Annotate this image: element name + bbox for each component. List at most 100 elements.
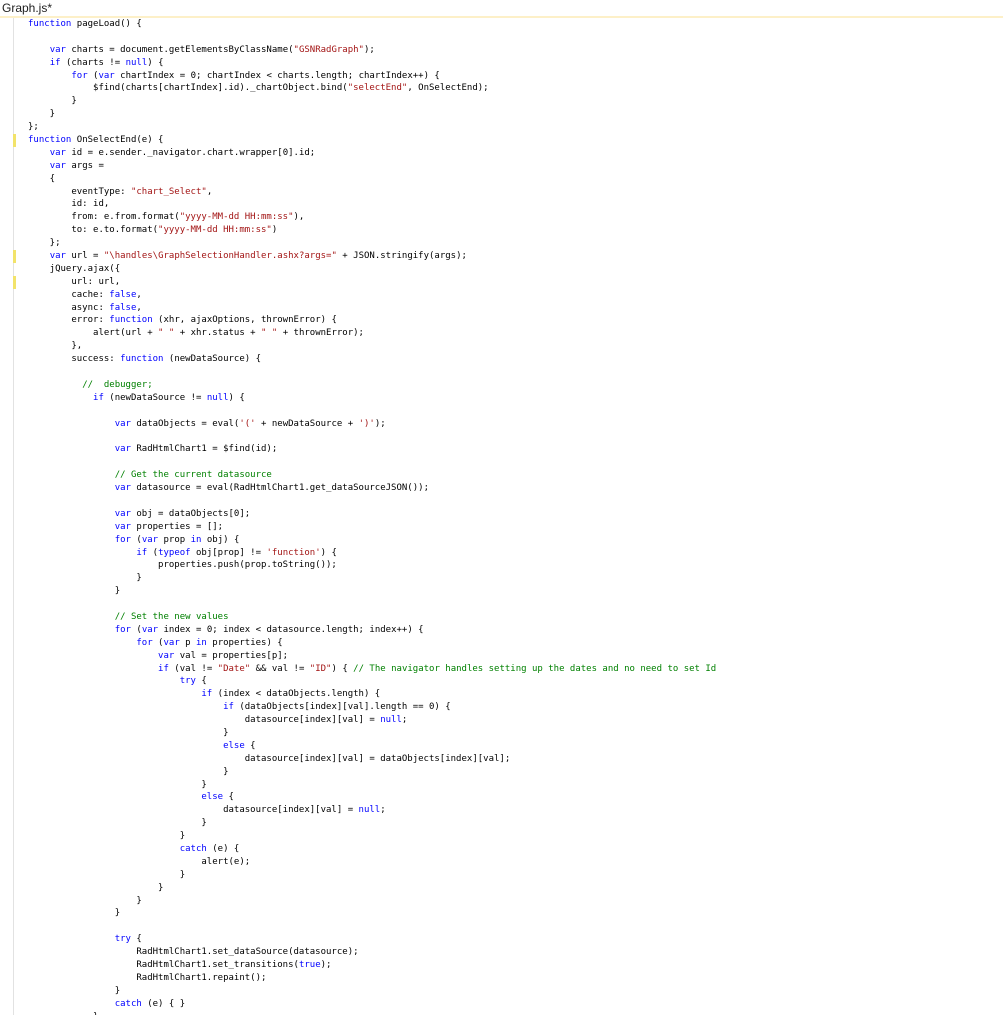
code-line[interactable]: alert(url + " " + xhr.status + " " + thr… (28, 327, 1003, 340)
document-tab-title[interactable]: Graph.js* (0, 0, 54, 16)
code-token: "GSNRadGraph" (293, 44, 364, 55)
code-line[interactable] (28, 366, 1003, 379)
code-line[interactable]: datasource[index][val] = dataObjects[ind… (28, 753, 1003, 766)
code-line[interactable]: } (28, 1011, 1003, 1015)
code-line[interactable]: id: id, (28, 198, 1003, 211)
code-line[interactable]: var charts = document.getElementsByClass… (28, 44, 1003, 57)
code-line[interactable] (28, 920, 1003, 933)
code-line[interactable]: var args = (28, 160, 1003, 173)
code-token: properties = []; (130, 521, 224, 532)
code-line[interactable]: var datasource = eval(RadHtmlChart1.get_… (28, 482, 1003, 495)
code-line[interactable]: eventType: "chart_Select", (28, 186, 1003, 199)
code-line[interactable]: for (var p in properties) { (28, 637, 1003, 650)
code-line[interactable]: }; (28, 121, 1003, 134)
code-line[interactable]: if (typeof obj[prop] != 'function') { (28, 547, 1003, 560)
code-token: var (163, 637, 180, 648)
code-line[interactable]: RadHtmlChart1.set_transitions(true); (28, 959, 1003, 972)
code-line[interactable] (28, 31, 1003, 44)
code-token: function (109, 315, 153, 326)
code-line[interactable]: } (28, 95, 1003, 108)
code-line[interactable]: } (28, 882, 1003, 895)
code-line[interactable]: if (newDataSource != null) { (28, 392, 1003, 405)
code-line[interactable]: } (28, 585, 1003, 598)
code-line[interactable]: // debugger; (28, 379, 1003, 392)
code-line[interactable]: var id = e.sender._navigator.chart.wrapp… (28, 147, 1003, 160)
code-line[interactable] (28, 495, 1003, 508)
code-line[interactable]: datasource[index][val] = null; (28, 804, 1003, 817)
code-line[interactable]: }, (28, 340, 1003, 353)
code-line[interactable]: to: e.to.format("yyyy-MM-dd HH:mm:ss") (28, 224, 1003, 237)
code-token: id = e.sender._navigator.chart.wrapper[0… (65, 147, 316, 158)
code-line[interactable]: } (28, 985, 1003, 998)
code-line[interactable]: var dataObjects = eval('(' + newDataSour… (28, 418, 1003, 431)
code-line[interactable]: url: url, (13, 275, 1003, 289)
code-line[interactable]: try { (28, 933, 1003, 946)
code-token: if (223, 702, 234, 713)
code-line[interactable]: for (var chartIndex = 0; chartIndex < ch… (28, 70, 1003, 83)
code-line[interactable]: // Get the current datasource (28, 469, 1003, 482)
code-line[interactable]: var val = properties[p]; (28, 650, 1003, 663)
code-line[interactable]: alert(e); (28, 856, 1003, 869)
code-line[interactable]: } (28, 727, 1003, 740)
code-token: (dataObjects[index][val].length == 0) { (233, 702, 451, 713)
code-line[interactable]: function OnSelectEnd(e) { (13, 134, 1003, 147)
code-line[interactable]: catch (e) { } (28, 998, 1003, 1011)
code-line[interactable]: catch (e) { (28, 843, 1003, 856)
code-line[interactable]: cache: false, (28, 289, 1003, 302)
code-token: false (109, 302, 137, 313)
code-line[interactable]: else { (28, 791, 1003, 804)
code-token: ) { (331, 663, 354, 674)
code-line[interactable]: for (var prop in obj) { (28, 534, 1003, 547)
code-line[interactable]: var obj = dataObjects[0]; (28, 508, 1003, 521)
code-line[interactable]: if (index < dataObjects.length) { (28, 688, 1003, 701)
code-line[interactable]: $find(charts[chartIndex].id)._chartObjec… (28, 82, 1003, 95)
code-line[interactable]: error: function (xhr, ajaxOptions, throw… (28, 314, 1003, 327)
code-token: + xhr.status + (174, 328, 262, 339)
code-line[interactable]: RadHtmlChart1.repaint(); (28, 972, 1003, 985)
code-line[interactable]: RadHtmlChart1.set_dataSource(datasource)… (28, 946, 1003, 959)
code-line[interactable] (28, 598, 1003, 611)
code-line[interactable]: var properties = []; (28, 521, 1003, 534)
code-line[interactable]: try { (28, 675, 1003, 688)
code-line[interactable] (28, 456, 1003, 469)
code-line[interactable]: } (28, 817, 1003, 830)
code-token: for (71, 70, 88, 81)
code-line[interactable]: async: false, (28, 302, 1003, 315)
code-token: // Get the current datasource (114, 470, 272, 481)
code-line[interactable]: function pageLoad() { (28, 18, 1003, 31)
code-line[interactable]: success: function (newDataSource) { (28, 353, 1003, 366)
code-line[interactable]: if (val != "Date" && val != "ID") { // T… (28, 663, 1003, 676)
code-token: var (49, 160, 66, 171)
code-line[interactable]: if (charts != null) { (28, 57, 1003, 70)
code-token: RadHtmlChart1.set_transitions( (28, 960, 299, 971)
change-marker (13, 250, 16, 263)
code-line[interactable]: } (28, 108, 1003, 121)
code-line[interactable]: // Set the new values (28, 611, 1003, 624)
code-token: if (158, 663, 169, 674)
code-token: }; (28, 122, 39, 133)
code-line[interactable]: var RadHtmlChart1 = $find(id); (28, 443, 1003, 456)
code-line[interactable] (28, 405, 1003, 418)
code-line[interactable]: } (28, 907, 1003, 920)
code-line[interactable]: } (28, 779, 1003, 792)
code-line[interactable]: { (28, 173, 1003, 186)
code-line[interactable] (28, 431, 1003, 444)
code-line[interactable]: properties.push(prop.toString()); (28, 559, 1003, 572)
code-line[interactable]: } (28, 766, 1003, 779)
code-line[interactable]: jQuery.ajax({ (28, 263, 1003, 276)
code-line[interactable]: } (28, 869, 1003, 882)
code-line[interactable]: } (28, 572, 1003, 585)
code-line[interactable]: } (28, 895, 1003, 908)
code-line[interactable]: from: e.from.format("yyyy-MM-dd HH:mm:ss… (28, 211, 1003, 224)
code-line[interactable]: datasource[index][val] = null; (28, 714, 1003, 727)
code-line[interactable]: for (var index = 0; index < datasource.l… (28, 624, 1003, 637)
code-editor[interactable]: function pageLoad() { var charts = docum… (0, 18, 1003, 1015)
code-line[interactable]: }; (28, 237, 1003, 250)
code-line[interactable]: if (dataObjects[index][val].length == 0)… (28, 701, 1003, 714)
code-token: } (28, 586, 121, 597)
code-line[interactable]: var url = "\handles\GraphSelectionHandle… (13, 250, 1003, 263)
code-line[interactable]: else { (28, 740, 1003, 753)
code-line[interactable]: } (28, 830, 1003, 843)
code-area[interactable]: function pageLoad() { var charts = docum… (13, 18, 1003, 1015)
